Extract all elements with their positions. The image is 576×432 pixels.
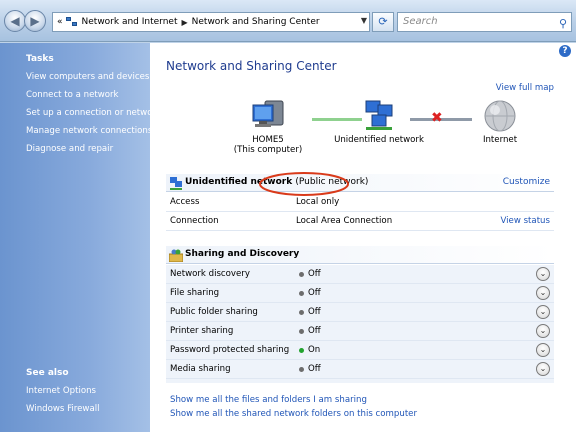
connection-value: Local Area Connection: [296, 216, 393, 226]
help-icon[interactable]: ?: [559, 45, 571, 57]
connection-label: Connection: [170, 216, 219, 226]
sharing-item-status: On: [308, 345, 321, 355]
sharing-item-label: Printer sharing: [170, 326, 234, 336]
status-on-icon: [299, 348, 304, 353]
task-diagnose-repair[interactable]: Diagnose and repair: [26, 144, 113, 154]
view-status-link[interactable]: View status: [500, 216, 550, 226]
computer-name: HOME5: [252, 135, 284, 145]
status-off-icon: [299, 367, 304, 372]
network-row-connection: Connection Local Area Connection View st…: [166, 212, 554, 231]
globe-icon: [484, 100, 516, 132]
sharing-row-password-protected[interactable]: Password protected sharing On ⌄: [166, 341, 554, 360]
access-label: Access: [170, 197, 200, 207]
status-off-icon: [299, 310, 304, 315]
back-button[interactable]: ◀: [4, 10, 26, 32]
task-connect-network[interactable]: Connect to a network: [26, 90, 119, 100]
breadcrumb-network-sharing-center[interactable]: Network and Sharing Center: [192, 17, 320, 27]
page-title: Network and Sharing Center: [166, 59, 337, 73]
expand-icon[interactable]: ⌄: [536, 267, 550, 281]
sharing-row-file-sharing[interactable]: File sharing Off ⌄: [166, 284, 554, 303]
chevron-left-icon[interactable]: «: [57, 17, 63, 27]
status-off-icon: [299, 329, 304, 334]
network-icon: [365, 100, 393, 130]
this-computer-node[interactable]: HOME5 (This computer): [228, 99, 308, 155]
expand-icon[interactable]: ⌄: [536, 362, 550, 376]
disconnected-x-icon[interactable]: ✖: [431, 111, 443, 125]
search-placeholder: Search: [403, 16, 438, 27]
sharing-item-label: Media sharing: [170, 364, 231, 374]
task-setup-connection[interactable]: Set up a connection or network: [26, 108, 161, 118]
network-folder-icon: [65, 17, 78, 27]
access-value: Local only: [296, 197, 340, 207]
forward-button[interactable]: ▶: [24, 10, 46, 32]
see-also-windows-firewall[interactable]: Windows Firewall: [26, 404, 100, 414]
sharing-item-label: Password protected sharing: [170, 345, 290, 355]
network-row-access: Access Local only: [166, 193, 554, 212]
refresh-button[interactable]: ⟳: [372, 12, 394, 32]
network-name: Unidentified network: [334, 135, 424, 145]
sharing-item-status: Off: [308, 307, 321, 317]
view-full-map-link[interactable]: View full map: [496, 83, 554, 93]
sharing-header-label: Sharing and Discovery: [185, 249, 300, 259]
sharing-row-public-folder[interactable]: Public folder sharing Off ⌄: [166, 303, 554, 322]
sharing-item-status: Off: [308, 269, 321, 279]
network-section-header: Unidentified network (Public network) Cu…: [166, 174, 554, 192]
chevron-down-icon[interactable]: ▼: [361, 16, 367, 25]
sharing-users-icon: [169, 249, 183, 262]
breadcrumb-network-and-internet[interactable]: Network and Internet: [82, 17, 178, 27]
sharing-item-label: Public folder sharing: [170, 307, 258, 317]
task-pane: Tasks View computers and devices Connect…: [0, 43, 161, 432]
internet-name: Internet: [482, 135, 518, 145]
sharing-item-label: Network discovery: [170, 269, 250, 279]
sharing-item-status: Off: [308, 364, 321, 374]
sharing-row-printer[interactable]: Printer sharing Off ⌄: [166, 322, 554, 341]
search-input[interactable]: Search ⚲: [397, 12, 572, 32]
task-view-computers[interactable]: View computers and devices: [26, 72, 149, 82]
address-bar: ◀ ▶ « Network and Internet ▶ Network and…: [0, 0, 576, 42]
internet-node[interactable]: Internet: [470, 99, 530, 145]
unidentified-network-node[interactable]: Unidentified network: [334, 99, 424, 145]
status-off-icon: [299, 291, 304, 296]
expand-icon[interactable]: ⌄: [536, 324, 550, 338]
customize-link[interactable]: Customize: [503, 177, 550, 187]
expand-icon[interactable]: ⌄: [536, 286, 550, 300]
status-off-icon: [299, 272, 304, 277]
sharing-row-network-discovery[interactable]: Network discovery Off ⌄: [166, 265, 554, 284]
sharing-item-status: Off: [308, 326, 321, 336]
sharing-item-label: File sharing: [170, 288, 220, 298]
computer-icon: [252, 100, 284, 127]
breadcrumb[interactable]: « Network and Internet ▶ Network and Sha…: [52, 12, 370, 32]
search-icon[interactable]: ⚲: [559, 15, 567, 33]
tasks-header: Tasks: [26, 54, 54, 64]
sharing-item-status: Off: [308, 288, 321, 298]
expand-icon[interactable]: ⌄: [536, 343, 550, 357]
sharing-row-media[interactable]: Media sharing Off ⌄: [166, 360, 554, 379]
computer-sub: (This computer): [233, 145, 303, 155]
show-shared-folders-link[interactable]: Show me all the shared network folders o…: [170, 409, 417, 419]
network-small-icon: [170, 177, 182, 190]
sharing-section-header: Sharing and Discovery: [166, 246, 554, 264]
see-also-internet-options[interactable]: Internet Options: [26, 386, 96, 396]
main-content: ? Network and Sharing Center View full m…: [150, 43, 576, 432]
breadcrumb-arrow-icon[interactable]: ▶: [181, 18, 187, 27]
expand-icon[interactable]: ⌄: [536, 305, 550, 319]
show-shared-files-link[interactable]: Show me all the files and folders I am s…: [170, 395, 367, 405]
see-also-header: See also: [26, 368, 69, 378]
task-manage-connections[interactable]: Manage network connections: [26, 126, 152, 136]
